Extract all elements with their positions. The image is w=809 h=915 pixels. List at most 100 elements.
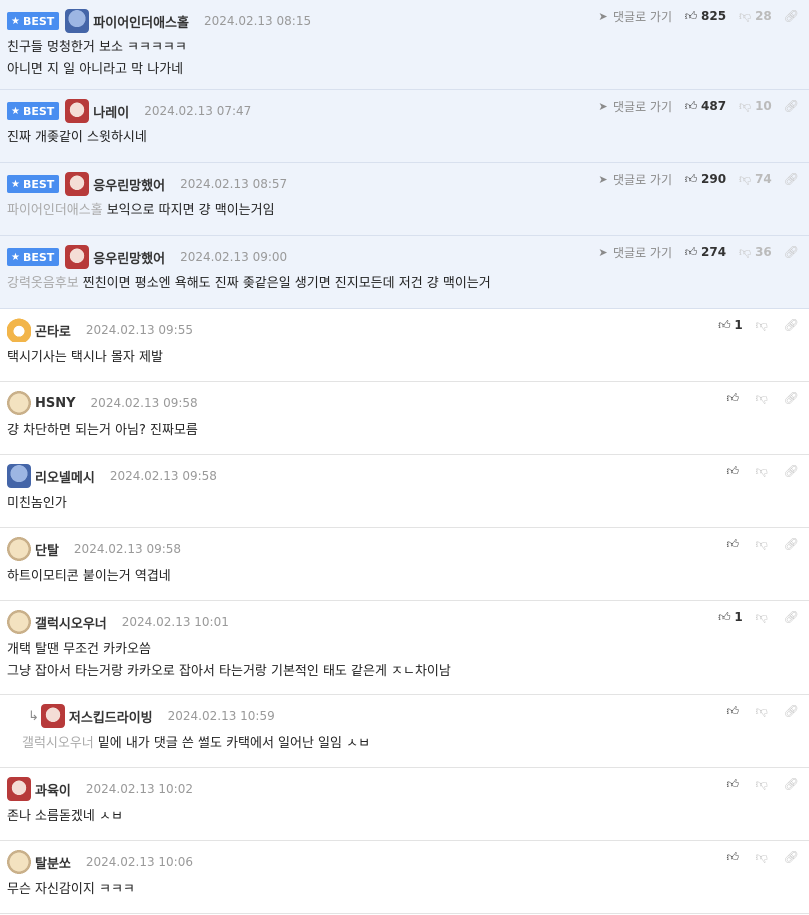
comment-body: 존나 소름돋겠네 ㅅㅂ	[7, 806, 123, 828]
timestamp: 2024.02.13 10:59	[167, 709, 275, 723]
upvote-button[interactable]: 👍︎ 487	[684, 99, 726, 114]
avatar[interactable]	[7, 777, 31, 801]
avatar[interactable]	[7, 391, 31, 415]
nickname[interactable]: 나레이	[93, 102, 129, 121]
downvote-button[interactable]: 👎︎	[755, 537, 772, 552]
avatar[interactable]	[65, 245, 90, 269]
comment-actions: 👍︎ 👎︎ 🔗︎	[714, 463, 799, 479]
upvote-button[interactable]: 👍︎ 825	[684, 9, 726, 24]
nickname[interactable]: 저스킵드라이빙	[69, 707, 153, 726]
upvote-count: 290	[701, 172, 727, 186]
link-icon[interactable]: 🔗︎	[784, 391, 799, 405]
link-icon[interactable]: 🔗︎	[784, 610, 799, 624]
avatar[interactable]	[40, 704, 65, 728]
upvote-button[interactable]: 👍︎ 1	[717, 318, 743, 333]
go-to-comment-link[interactable]: ➤ 댓글로 가기	[596, 171, 672, 188]
downvote-count: 36	[755, 245, 772, 259]
upvote-button[interactable]: 👍︎	[726, 391, 743, 406]
link-icon[interactable]: 🔗︎	[784, 537, 799, 551]
downvote-button[interactable]: 👎︎	[755, 610, 772, 625]
nickname[interactable]: 응우린망했어	[93, 248, 165, 267]
comment-actions: 👍︎ 1 👎︎ 🔗︎	[705, 609, 799, 625]
downvote-button[interactable]: 👎︎	[755, 704, 772, 719]
upvote-button[interactable]: 👍︎	[726, 537, 743, 552]
nickname[interactable]: 과육이	[35, 780, 71, 799]
comment: 리오넬메시 2024.02.13 09:58 👍︎ 👎︎ 🔗︎ 미친놈인가	[0, 455, 809, 528]
downvote-button[interactable]: 👎︎	[755, 318, 772, 333]
thumbs-down-icon: 👎︎	[755, 390, 768, 405]
nickname[interactable]: 응우린망했어	[93, 175, 165, 194]
upvote-count: 274	[701, 245, 727, 259]
comment-line: 미친놈인가	[7, 493, 67, 515]
avatar[interactable]	[65, 99, 90, 123]
comment-actions: 👍︎ 👎︎ 🔗︎	[714, 776, 799, 792]
link-icon[interactable]: 🔗︎	[784, 172, 799, 186]
link-icon[interactable]: 🔗︎	[784, 9, 799, 23]
link-icon[interactable]: 🔗︎	[784, 245, 799, 259]
thumbs-up-icon: 👍︎	[726, 776, 740, 791]
comment-body: 강력옷음후보 찐친이면 평소엔 욕해도 진짜 좆같은일 생기면 진지모든데 저건 …	[7, 273, 491, 295]
nickname[interactable]: 파이어인더애스홀	[93, 12, 189, 31]
comment-actions: 👍︎ 👎︎ 🔗︎	[714, 536, 799, 552]
avatar[interactable]	[65, 9, 90, 33]
best-badge: ★ BEST	[7, 248, 60, 266]
nickname[interactable]: 갤럭시오우너	[35, 613, 107, 632]
go-to-comment-link[interactable]: ➤ 댓글로 가기	[596, 98, 672, 115]
avatar[interactable]	[7, 850, 31, 874]
nickname[interactable]: 리오넬메시	[35, 467, 95, 486]
upvote-button[interactable]: 👍︎	[726, 850, 743, 865]
thumbs-down-icon: 👎︎	[755, 849, 768, 864]
upvote-button[interactable]: 👍︎	[726, 704, 743, 719]
reply-arrow-icon: ↳	[28, 708, 39, 724]
comment-header: ★ BEST 나레이 2024.02.13 07:47	[7, 99, 251, 123]
comment-body: 무슨 자신감이지 ㅋㅋㅋ	[7, 879, 135, 901]
avatar[interactable]	[7, 464, 31, 488]
link-icon[interactable]: 🔗︎	[784, 777, 799, 791]
send-icon: ➤	[598, 245, 608, 259]
downvote-button[interactable]: 👎︎	[755, 391, 772, 406]
link-icon[interactable]: 🔗︎	[784, 464, 799, 478]
avatar[interactable]	[65, 172, 90, 196]
best-badge: ★ BEST	[7, 12, 60, 30]
downvote-button[interactable]: 👎︎ 74	[738, 172, 772, 187]
upvote-button[interactable]: 👍︎ 1	[717, 610, 743, 625]
go-to-comment-link[interactable]: ➤ 댓글로 가기	[596, 8, 672, 25]
downvote-button[interactable]: 👎︎	[755, 850, 772, 865]
link-icon[interactable]: 🔗︎	[784, 318, 799, 332]
downvote-button[interactable]: 👎︎	[755, 464, 772, 479]
nickname[interactable]: 단탈	[35, 540, 59, 559]
downvote-button[interactable]: 👎︎	[755, 777, 772, 792]
upvote-button[interactable]: 👍︎ 274	[684, 245, 726, 260]
downvote-button[interactable]: 👎︎ 36	[738, 245, 772, 260]
comment: 곤타로 2024.02.13 09:55 👍︎ 1 👎︎ 🔗︎ 택시기사는 택시나 몰자 제…	[0, 309, 809, 382]
best-comment: ★ BEST 파이어인더애스홀 2024.02.13 08:15 ➤ 댓글로 가기 👍︎ 82…	[0, 0, 809, 90]
comment-text: 걍 차단하면 되는거 아님? 진짜모름	[7, 423, 198, 438]
mention-nickname[interactable]: 파이어인더애스홀	[7, 203, 103, 218]
thumbs-down-icon: 👎︎	[755, 463, 768, 478]
comment-text: 택시기사는 택시나 몰자 제발	[7, 350, 163, 365]
comment: 탈분쏘 2024.02.13 10:06 👍︎ 👎︎ 🔗︎ 무슨 자신감이지 ㅋㅋㅋ	[0, 841, 809, 914]
link-icon[interactable]: 🔗︎	[784, 704, 799, 718]
avatar[interactable]	[7, 610, 31, 634]
nickname[interactable]: 탈분쏘	[35, 853, 71, 872]
thumbs-up-icon: 👍︎	[684, 98, 698, 113]
link-icon[interactable]: 🔗︎	[784, 99, 799, 113]
downvote-count: 74	[755, 172, 772, 186]
best-comment: ★ BEST 나레이 2024.02.13 07:47 ➤ 댓글로 가기 👍︎ 487 👎︎ 10…	[0, 90, 809, 163]
avatar[interactable]	[7, 537, 31, 561]
downvote-button[interactable]: 👎︎ 10	[738, 99, 772, 114]
mention-nickname[interactable]: 강력옷음후보	[7, 276, 79, 291]
link-icon[interactable]: 🔗︎	[784, 850, 799, 864]
star-icon: ★	[11, 15, 20, 27]
avatar[interactable]	[7, 318, 31, 342]
nickname[interactable]: 곤타로	[35, 321, 71, 340]
downvote-button[interactable]: 👎︎ 28	[738, 9, 772, 24]
upvote-button[interactable]: 👍︎	[726, 777, 743, 792]
mention-nickname[interactable]: 갤럭시오우너	[22, 736, 94, 751]
go-to-comment-link[interactable]: ➤ 댓글로 가기	[596, 244, 672, 261]
thumbs-up-icon: 👍︎	[726, 463, 740, 478]
comment-body: 진짜 개좆같이 스윗하시네	[7, 127, 147, 149]
upvote-button[interactable]: 👍︎ 290	[684, 172, 726, 187]
nickname[interactable]: HSNY	[35, 396, 76, 411]
upvote-button[interactable]: 👍︎	[726, 464, 743, 479]
